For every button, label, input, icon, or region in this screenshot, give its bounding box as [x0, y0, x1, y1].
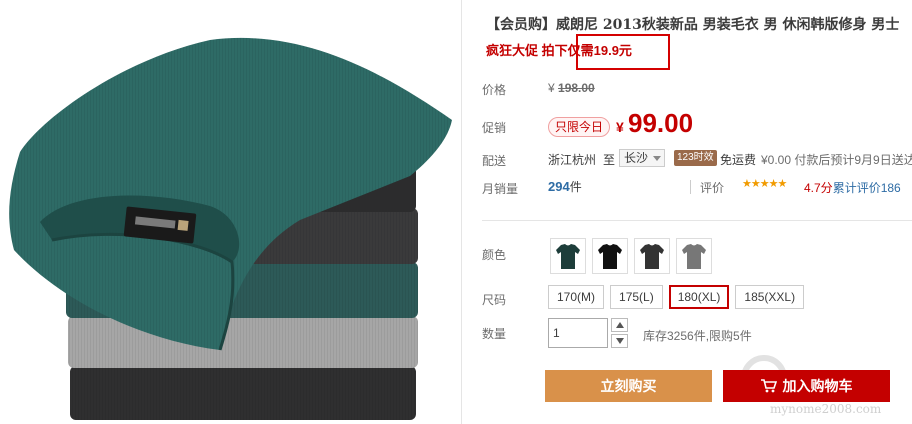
product-image[interactable] [0, 0, 462, 424]
section-divider [482, 220, 912, 221]
divider [690, 180, 691, 194]
quantity-input[interactable] [548, 318, 608, 348]
chevron-up-icon [615, 322, 624, 328]
product-title[interactable]: 【会员购】威朗尼 2013秋装新品 男装毛衣 男 休闲韩版修身 男士 [486, 14, 899, 34]
add-to-cart-label: 加入购物车 [782, 378, 853, 394]
size-option[interactable]: 175(L) [610, 285, 663, 309]
chevron-down-icon [653, 156, 662, 161]
monthly-sales-label: 月销量 [482, 182, 519, 196]
ship-from: 浙江杭州 [548, 153, 597, 167]
total-reviews-link[interactable]: 累计评价186 [833, 181, 901, 195]
sweater-icon [598, 244, 622, 269]
cart-icon [760, 379, 777, 393]
chevron-down-icon [615, 338, 624, 344]
add-to-cart-button[interactable]: 加入购物车 [723, 370, 890, 402]
sweater-icon [682, 244, 706, 269]
original-price-value: 198.00 [558, 81, 595, 95]
original-price-currency: ¥ [548, 81, 555, 95]
shipping-label: 配送 [482, 154, 507, 168]
color-swatch-dark-green[interactable] [550, 238, 586, 274]
color-options [550, 238, 712, 274]
promotion-label: 促销 [482, 121, 507, 135]
color-swatch-black[interactable] [592, 238, 628, 274]
ship-to-word: 至 [603, 153, 616, 167]
promo-prefix: 疯狂大促 拍下 [486, 43, 568, 58]
buy-now-button[interactable]: 立刻购买 [545, 370, 712, 402]
shipping-fee-text: ¥0.00 付款后预计9月9日送达 [761, 153, 912, 167]
free-shipping-text: 免运费 [720, 153, 757, 167]
today-only-badge: 只限今日 [548, 117, 611, 137]
price-label: 价格 [482, 83, 507, 97]
destination-select[interactable]: 长沙 [619, 149, 666, 167]
sweater-icon [556, 244, 580, 269]
size-options: 170(M) 175(L) 180(XL) 185(XXL) [548, 285, 805, 309]
rating-score: 4.7分 [804, 181, 833, 195]
stock-info: 库存3256件,限购5件 [643, 329, 752, 343]
monthly-sales-count: 294 [548, 179, 570, 194]
quantity-increase-button[interactable] [611, 318, 628, 332]
size-option-selected[interactable]: 180(XL) [668, 285, 730, 309]
size-option[interactable]: 185(XXL) [735, 285, 805, 309]
size-label: 尺码 [482, 293, 507, 307]
star-rating-icon: ★★★★★ [742, 178, 787, 190]
promo-price-value: 99.00 [628, 108, 694, 138]
quantity-label: 数量 [482, 327, 507, 341]
monthly-sales: 294件 [548, 178, 582, 195]
watermark-text: mynome2008.com [770, 402, 882, 416]
quantity-decrease-button[interactable] [611, 334, 628, 348]
promo-price-currency: ¥ [616, 119, 624, 135]
color-swatch-grey[interactable] [676, 238, 712, 274]
monthly-sales-unit: 件 [569, 180, 582, 194]
color-label: 颜色 [482, 248, 507, 262]
sweater-icon [640, 244, 664, 269]
delivery-speed-badge: 123时效 [674, 150, 717, 166]
rating-summary: 4.7分累计评价186 [804, 179, 901, 196]
destination-value: 长沙 [624, 151, 649, 165]
size-option[interactable]: 170(M) [548, 285, 605, 309]
color-swatch-charcoal[interactable] [634, 238, 670, 274]
promo-highlight-box [576, 34, 670, 70]
rating-label: 评价 [700, 181, 725, 195]
product-info-panel: 【会员购】威朗尼 2013秋装新品 男装毛衣 男 休闲韩版修身 男士 疯狂大促 … [462, 0, 912, 424]
original-price: ¥ 198.00 [548, 81, 595, 95]
